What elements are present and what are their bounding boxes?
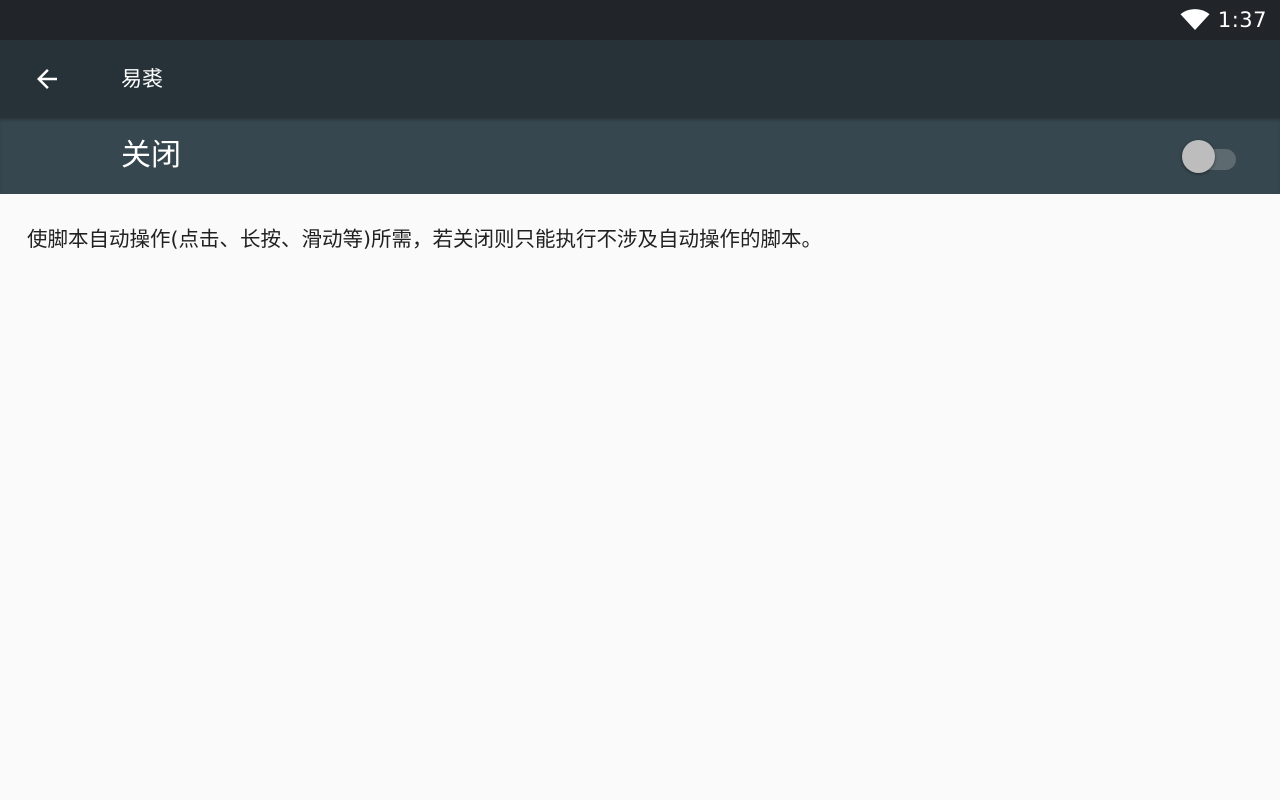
switch-label: 关闭 [121, 138, 181, 173]
service-description: 使脚本自动操作(点击、长按、滑动等)所需，若关闭则只能执行不涉及自动操作的脚本。 [27, 227, 822, 251]
toggle-thumb [1182, 140, 1215, 173]
accessibility-toggle[interactable] [1178, 138, 1240, 174]
toolbar: 易裘 [0, 40, 1280, 118]
clock: 1:37 [1217, 8, 1267, 32]
arrow-back-icon [37, 69, 57, 89]
wifi-icon [1180, 9, 1210, 31]
toolbar-title: 易裘 [121, 67, 163, 91]
switch-bar[interactable]: 关闭 [0, 118, 1280, 194]
back-button[interactable] [20, 56, 74, 102]
status-bar: 1:37 [0, 0, 1280, 40]
